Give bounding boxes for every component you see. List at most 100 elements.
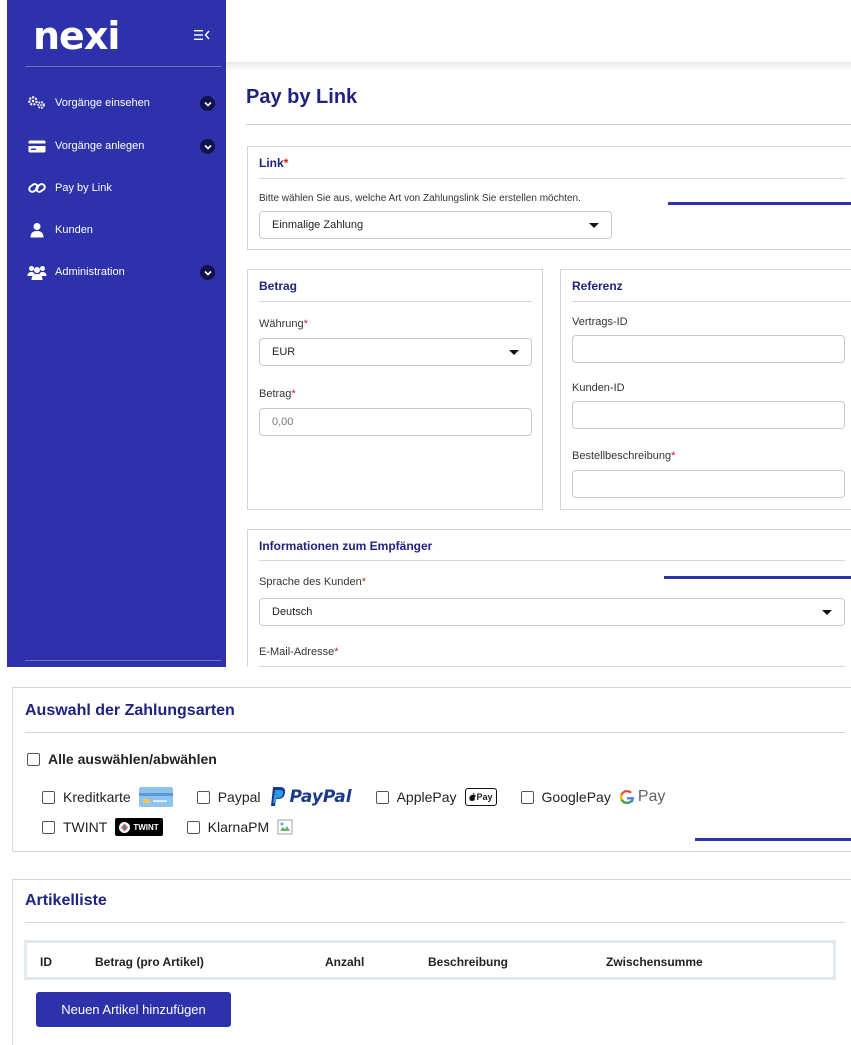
- link-icon: [27, 180, 47, 196]
- payment-method-kreditkarte[interactable]: Kreditkarte: [42, 787, 173, 807]
- accent-line: [668, 202, 851, 205]
- payment-methods-row-2: TWINT TWINT KlarnaPM: [42, 818, 317, 836]
- column-header-id: ID: [40, 955, 52, 969]
- reference-panel: Referenz Vertrags-ID Kunden-ID Bestellbe…: [560, 269, 851, 510]
- header-shadow: [226, 62, 851, 70]
- payment-method-twint[interactable]: TWINT TWINT: [42, 818, 163, 836]
- panel-divider: [259, 301, 532, 302]
- order-description-input[interactable]: [572, 470, 845, 498]
- sidebar-item-administration[interactable]: Administration: [27, 260, 217, 284]
- collapse-sidebar-icon[interactable]: [194, 28, 210, 42]
- amount-label: Betrag*: [259, 388, 296, 400]
- link-type-value: Einmalige Zahlung: [272, 219, 364, 231]
- panel-divider: [259, 178, 845, 179]
- apple-pay-logo: Pay: [464, 788, 497, 806]
- title-divider: [246, 124, 851, 125]
- payment-method-klarnapm[interactable]: KlarnaPM: [186, 819, 293, 835]
- column-header-quantity: Anzahl: [325, 955, 365, 969]
- amount-panel-title: Betrag: [259, 279, 298, 293]
- language-label: Sprache des Kunden*: [259, 576, 367, 588]
- gears-icon: [27, 95, 47, 111]
- section-gap: [0, 667, 851, 687]
- kreditkarte-checkbox[interactable]: [42, 790, 55, 804]
- sidebar-item-vorgaenge-anlegen[interactable]: Vorgänge anlegen: [27, 134, 217, 158]
- sidebar-item-label: Pay by Link: [55, 182, 112, 194]
- panel-divider: [25, 922, 845, 923]
- accent-line: [695, 838, 851, 841]
- sidebar-item-label: Administration: [55, 266, 125, 278]
- articles-table: ID Betrag (pro Artikel) Anzahl Beschreib…: [24, 940, 836, 980]
- payment-method-applepay[interactable]: ApplePay Pay: [375, 788, 497, 806]
- payment-method-label: Kreditkarte: [63, 789, 131, 805]
- sidebar-item-label: Vorgänge einsehen: [55, 97, 150, 109]
- sidebar-item-label: Vorgänge anlegen: [55, 140, 145, 152]
- add-article-button[interactable]: Neuen Artikel hinzufügen: [36, 992, 231, 1027]
- column-header-description: Beschreibung: [428, 955, 509, 969]
- column-header-amount: Betrag (pro Artikel): [95, 955, 204, 969]
- link-type-select[interactable]: Einmalige Zahlung: [259, 211, 612, 239]
- currency-value: EUR: [272, 346, 296, 358]
- card-icon: [27, 138, 47, 154]
- language-value: Deutsch: [272, 606, 313, 618]
- payment-method-label: ApplePay: [396, 789, 457, 805]
- dropdown-caret-icon: [589, 223, 599, 228]
- users-icon: [27, 264, 47, 280]
- panel-divider: [25, 732, 845, 733]
- google-pay-logo: Pay: [619, 788, 665, 806]
- sidebar-bottom-divider: [25, 660, 221, 661]
- amount-input[interactable]: 0,00: [259, 408, 532, 436]
- select-all-row[interactable]: Alle auswählen/abwählen: [27, 751, 217, 767]
- language-select[interactable]: Deutsch: [259, 598, 845, 626]
- accent-line: [664, 576, 851, 579]
- page-title: Pay by Link: [246, 86, 358, 108]
- twint-checkbox[interactable]: [42, 820, 55, 834]
- panel-divider: [572, 301, 851, 302]
- payment-method-paypal[interactable]: Paypal PayPal: [196, 786, 352, 808]
- twint-logo: TWINT: [115, 818, 163, 836]
- sidebar-item-pay-by-link[interactable]: Pay by Link: [27, 176, 217, 200]
- contract-id-input[interactable]: [572, 335, 845, 363]
- panel-divider: [259, 560, 845, 561]
- link-panel: Link* Bitte wählen Sie aus, welche Art v…: [247, 146, 851, 250]
- applepay-checkbox[interactable]: [375, 790, 389, 804]
- customer-id-input[interactable]: [572, 401, 845, 429]
- chevron-down-icon[interactable]: [200, 139, 215, 154]
- contract-id-label: Vertrags-ID: [572, 316, 628, 328]
- payment-method-googlepay[interactable]: GooglePay Pay: [520, 788, 665, 806]
- credit-card-logo: [138, 787, 173, 807]
- sidebar: nexi Vorgänge einsehen Vorgänge anlegen …: [7, 0, 226, 667]
- payment-method-label: GooglePay: [541, 789, 611, 805]
- klarnapm-checkbox[interactable]: [186, 820, 200, 834]
- link-panel-title: Link*: [259, 156, 289, 170]
- chevron-down-icon[interactable]: [200, 265, 215, 280]
- user-icon: [27, 222, 47, 238]
- recipient-panel-title: Informationen zum Empfänger: [259, 539, 433, 553]
- dropdown-caret-icon: [509, 350, 519, 355]
- select-all-checkbox[interactable]: [27, 752, 40, 766]
- googlepay-checkbox[interactable]: [520, 790, 534, 804]
- currency-label: Währung*: [259, 318, 308, 330]
- reference-panel-title: Referenz: [572, 279, 623, 293]
- order-description-label: Bestellbeschreibung*: [572, 450, 676, 462]
- articles-title: Artikelliste: [25, 892, 107, 909]
- sidebar-divider: [25, 66, 221, 67]
- paypal-logo: PayPal: [269, 786, 352, 808]
- chevron-down-icon[interactable]: [200, 96, 215, 111]
- currency-select[interactable]: EUR: [259, 338, 532, 366]
- sidebar-item-kunden[interactable]: Kunden: [27, 218, 217, 242]
- column-header-subtotal: Zwischensumme: [606, 955, 703, 969]
- payment-methods-title: Auswahl der Zahlungsarten: [25, 702, 235, 719]
- payment-method-label: KlarnaPM: [207, 819, 270, 835]
- payment-method-label: Paypal: [217, 789, 261, 805]
- nexi-logo[interactable]: nexi: [33, 14, 120, 58]
- payment-methods-row-1: Kreditkarte Paypal PayPal ApplePay Pay G…: [42, 786, 689, 808]
- amount-panel: Betrag Währung* EUR Betrag* 0,00: [247, 269, 543, 510]
- recipient-panel: Informationen zum Empfänger Sprache des …: [247, 529, 851, 679]
- broken-image-icon: [277, 819, 293, 835]
- sidebar-item-label: Kunden: [55, 224, 93, 236]
- paypal-checkbox[interactable]: [196, 790, 210, 804]
- sidebar-item-vorgaenge-einsehen[interactable]: Vorgänge einsehen: [27, 91, 217, 115]
- link-type-instruction: Bitte wählen Sie aus, welche Art von Zah…: [259, 193, 581, 204]
- customer-id-label: Kunden-ID: [572, 382, 625, 394]
- payment-method-label: TWINT: [63, 819, 108, 835]
